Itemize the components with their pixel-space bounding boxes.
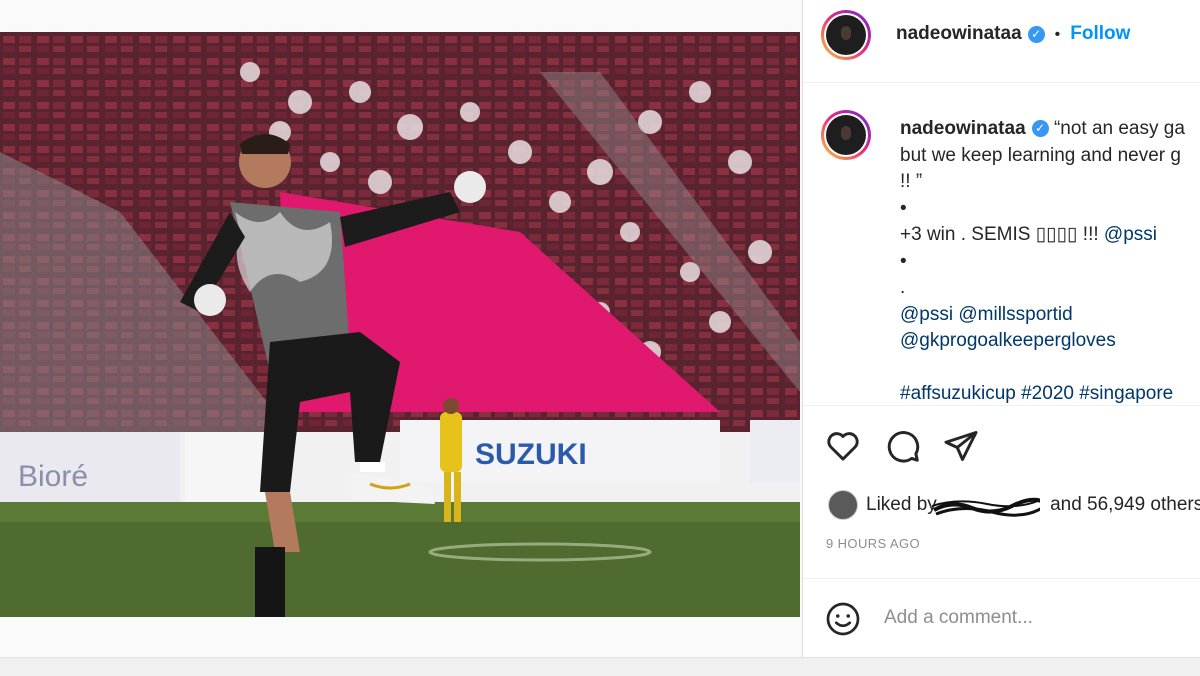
caption-line-1: “not an easy ga (1053, 118, 1185, 139)
action-bar (803, 410, 1200, 480)
caption-line-3: !! ” (900, 171, 923, 192)
caption-line-7: . (900, 277, 906, 298)
caption-line-6: • (900, 250, 907, 272)
page-bottom-strip (0, 657, 1200, 676)
comment-row: Add a comment... (803, 578, 1200, 658)
caption-username[interactable]: nadeowinataa (900, 118, 1026, 139)
paper-plane-icon[interactable] (943, 428, 979, 464)
scribble-redaction (932, 497, 1041, 517)
caption-line-5-text: +3 win . SEMIS ▯▯▯▯ !!! (900, 224, 1104, 245)
redacted-name (932, 496, 1050, 517)
likes-count[interactable]: and 56,949 others (1050, 494, 1200, 515)
header-username[interactable]: nadeowinataa (896, 23, 1022, 44)
comment-icon[interactable] (885, 428, 921, 464)
header-separator: • (1054, 26, 1061, 43)
heart-icon[interactable] (825, 430, 861, 462)
mention-link-gloves[interactable]: @gkprogoalkeepergloves (900, 328, 1200, 355)
post-timestamp[interactable]: 9 HOURS AGO (826, 536, 920, 551)
caption-text: nadeowinataa ✓ “not an easy ga but we kee… (900, 116, 1200, 405)
mention-links-line[interactable]: @pssi @millssportid (900, 302, 1200, 329)
caption-line-4: • (900, 197, 907, 219)
post-details-panel: nadeowinataa ✓ • Follow nadeowinataa ✓ “not … (802, 0, 1200, 657)
post-header: nadeowinataa ✓ • Follow (803, 0, 1200, 83)
liker-avatar[interactable] (828, 490, 858, 520)
hashtag-links[interactable]: #affsuzukicup #2020 #singapore (900, 381, 1200, 405)
verified-badge-icon: ✓ (1031, 120, 1049, 138)
caption-line-empty (900, 355, 1200, 382)
comment-input[interactable]: Add a comment... (884, 607, 1033, 629)
follow-button[interactable]: Follow (1070, 23, 1130, 44)
photo-image: Bioré SUZUKI (0, 32, 800, 617)
emoji-icon[interactable] (825, 601, 861, 637)
mention-link[interactable]: @pssi (1104, 224, 1157, 245)
header-text-row: nadeowinataa ✓ • Follow (896, 23, 1130, 45)
caption-area: nadeowinataa ✓ “not an easy ga but we kee… (803, 83, 1200, 406)
verified-badge-icon: ✓ (1027, 26, 1045, 44)
caption-line-5: +3 win . SEMIS ▯▯▯▯ !!! @pssi (900, 222, 1200, 249)
post-photo[interactable]: Bioré SUZUKI (0, 32, 800, 617)
board-text-sponsor: SUZUKI (475, 438, 587, 471)
caption-avatar[interactable] (821, 110, 871, 160)
likes-prefix: Liked by (866, 494, 937, 516)
caption-line-2: but we keep learning and never g (900, 144, 1181, 166)
likes-summary: Liked by and 56,949 others (828, 490, 1200, 520)
board-text-left: Bioré (18, 460, 88, 493)
author-avatar[interactable] (821, 10, 871, 60)
